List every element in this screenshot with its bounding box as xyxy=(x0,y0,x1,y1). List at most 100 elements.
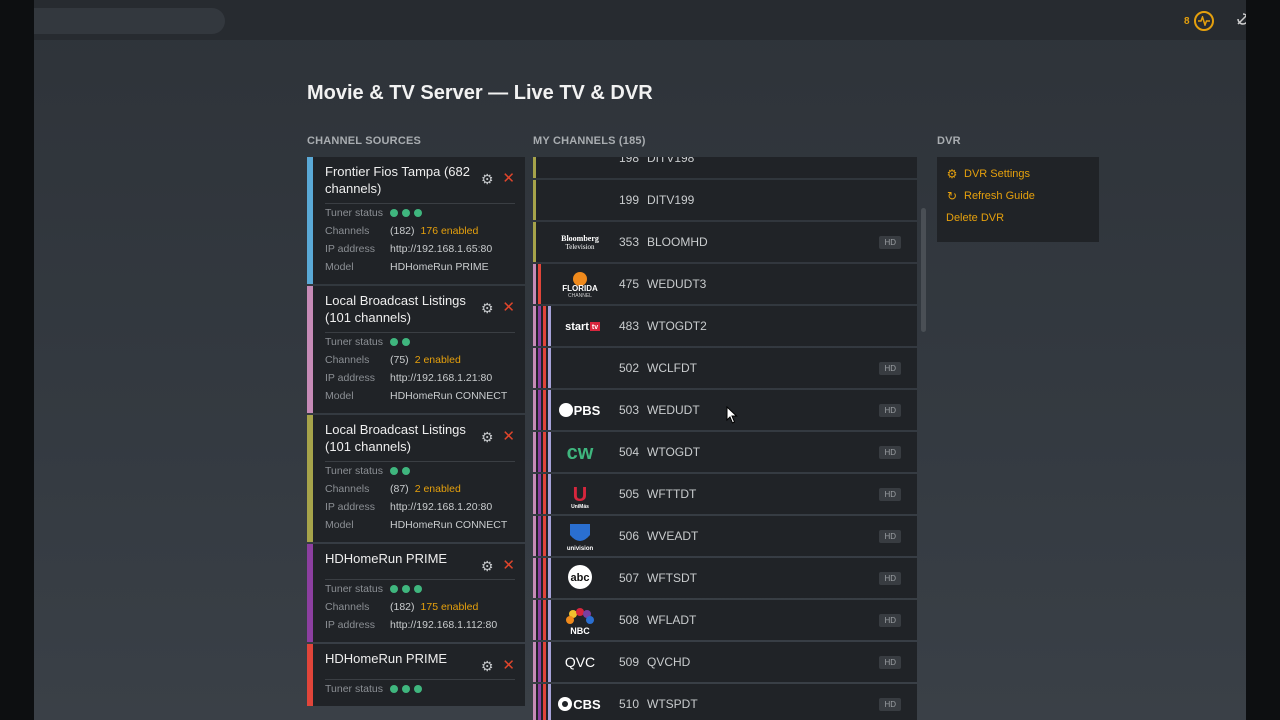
close-icon[interactable]: ✕ xyxy=(502,558,515,573)
channel-logo: PBS xyxy=(557,395,603,425)
channel-row[interactable]: FLORIDA CHANNEL 475 WEDUDT3 xyxy=(533,264,917,304)
source-bar xyxy=(538,264,541,304)
ip-row: IP address http://192.168.1.112:80 xyxy=(307,616,525,634)
enabled-count[interactable]: 175 enabled xyxy=(421,601,479,613)
source-bar xyxy=(538,474,541,514)
channel-row[interactable]: 502 WCLFDT HD xyxy=(533,348,917,388)
source-name: Local Broadcast Listings (101 channels) xyxy=(325,422,466,454)
enabled-count[interactable]: 2 enabled xyxy=(415,354,461,366)
source-bar xyxy=(533,474,536,514)
ip-row: IP address http://192.168.1.21:80 xyxy=(307,369,525,387)
channel-list-scrollbar[interactable] xyxy=(921,208,926,332)
hd-badge: HD xyxy=(879,655,901,669)
tuner-status-dot-icon xyxy=(390,585,398,593)
tuner-status-row: Tuner status xyxy=(307,580,525,598)
tuner-status-label: Tuner status xyxy=(325,683,383,695)
gear-icon[interactable]: ⚙ xyxy=(481,659,494,673)
dvr-menu-item[interactable]: Delete DVR xyxy=(946,205,1099,231)
channel-row[interactable]: NBC 508 WFLADT HD xyxy=(533,600,917,640)
channel-row[interactable]: CBS 510 WTSPDT HD xyxy=(533,684,917,720)
channel-row[interactable]: 198 DITV198 xyxy=(533,157,917,178)
channel-source-bars xyxy=(533,474,551,514)
source-header: Frontier Fios Tampa (682 channels) ⚙ ✕ xyxy=(307,157,525,197)
source-bar xyxy=(543,600,546,640)
gear-icon[interactable]: ⚙ xyxy=(481,301,494,315)
channel-row[interactable]: Bloomberg Television 353 BLOOMHD HD xyxy=(533,222,917,262)
settings-icon[interactable] xyxy=(1235,11,1246,27)
source-bar xyxy=(538,306,541,346)
channel-number: 483 xyxy=(618,319,639,333)
channel-row[interactable]: univision 506 WVEADT HD xyxy=(533,516,917,556)
channel-sources-heading: CHANNEL SOURCES xyxy=(307,135,422,147)
channel-callsign: DITV199 xyxy=(647,193,695,207)
source-bar xyxy=(533,684,536,720)
tuner-status-label: Tuner status xyxy=(325,207,383,219)
model-value: HDHomeRun CONNECT xyxy=(390,519,508,531)
channel-count: (75) xyxy=(390,354,409,366)
hd-badge: HD xyxy=(879,235,901,249)
source-bar xyxy=(548,348,551,388)
tuner-status-dots xyxy=(390,580,426,598)
channel-row[interactable]: PBS 503 WEDUDT HD xyxy=(533,390,917,430)
model-value: HDHomeRun CONNECT xyxy=(390,390,508,402)
channel-logo: NBC xyxy=(557,605,603,635)
close-icon[interactable]: ✕ xyxy=(502,171,515,186)
channel-number: 502 xyxy=(618,361,639,375)
tuner-status-dot-icon xyxy=(402,338,410,346)
tuner-status-dot-icon xyxy=(390,209,398,217)
channel-list[interactable]: 198 DITV198 199 DITV199 Bloomberg Television 3… xyxy=(533,157,917,720)
channel-row[interactable]: QVC 509 QVCHD HD xyxy=(533,642,917,682)
tuner-status-label: Tuner status xyxy=(325,583,383,595)
channel-row[interactable]: start tv 483 WTOGDT2 xyxy=(533,306,917,346)
channels-row: Channels (182) 176 enabled xyxy=(307,222,525,240)
channel-source-card: HDHomeRun PRIME ⚙ ✕ Tuner status Channels (18… xyxy=(307,544,525,642)
channel-row[interactable]: abc 507 WFTSDT HD xyxy=(533,558,917,598)
channel-row[interactable]: cw 504 WTOGDT HD xyxy=(533,432,917,472)
channel-row[interactable]: U UniMás 505 WFTTDT HD xyxy=(533,474,917,514)
activity-indicator[interactable]: 8 xyxy=(1184,10,1214,32)
gear-icon[interactable]: ⚙ xyxy=(481,559,494,573)
source-bar xyxy=(533,558,536,598)
svg-text:FLORIDA: FLORIDA xyxy=(562,284,598,293)
channel-source-card: HDHomeRun PRIME ⚙ ✕ Tuner status xyxy=(307,644,525,706)
source-bar xyxy=(548,390,551,430)
close-icon[interactable]: ✕ xyxy=(502,658,515,673)
channel-sources-list: Frontier Fios Tampa (682 channels) ⚙ ✕ Tune… xyxy=(307,157,525,720)
channel-row[interactable]: 199 DITV199 xyxy=(533,180,917,220)
source-bar xyxy=(538,516,541,556)
svg-text:UniMás: UniMás xyxy=(571,504,589,509)
channel-number: 199 xyxy=(618,193,639,207)
search-input[interactable] xyxy=(34,8,225,34)
gear-icon[interactable]: ⚙ xyxy=(481,172,494,186)
channel-count: (87) xyxy=(390,483,409,495)
source-name: HDHomeRun PRIME xyxy=(325,551,448,566)
source-actions: ⚙ ✕ xyxy=(481,429,515,444)
gear-icon: ⚙ xyxy=(946,167,958,181)
enabled-count[interactable]: 176 enabled xyxy=(421,225,479,237)
ip-value: http://192.168.1.20:80 xyxy=(390,501,493,513)
close-icon[interactable]: ✕ xyxy=(502,300,515,315)
close-icon[interactable]: ✕ xyxy=(502,429,515,444)
channels-label: Channels xyxy=(325,354,370,366)
channels-label: Channels xyxy=(325,601,370,613)
channel-number: 509 xyxy=(618,655,639,669)
tuner-status-dot-icon xyxy=(390,685,398,693)
source-bar xyxy=(543,684,546,720)
hd-badge: HD xyxy=(879,487,901,501)
mouse-cursor-icon xyxy=(726,406,738,424)
source-bar xyxy=(538,684,541,720)
source-name: Frontier Fios Tampa (682 channels) xyxy=(325,164,470,196)
enabled-count[interactable]: 2 enabled xyxy=(415,483,461,495)
tuner-status-dot-icon xyxy=(414,209,422,217)
source-bar xyxy=(548,684,551,720)
gear-icon[interactable]: ⚙ xyxy=(481,430,494,444)
channel-callsign: WEDUDT3 xyxy=(647,277,707,291)
hd-badge: HD xyxy=(879,529,901,543)
dvr-menu: ⚙ DVR Settings ↻ Refresh Guide Delete DVR xyxy=(937,157,1099,242)
channels-row: Channels (87) 2 enabled xyxy=(307,480,525,498)
svg-text:PBS: PBS xyxy=(574,403,601,418)
channel-logo: cw xyxy=(557,437,603,467)
source-bar xyxy=(548,558,551,598)
channel-source-card: Local Broadcast Listings (101 channels) ⚙… xyxy=(307,415,525,542)
svg-text:tv: tv xyxy=(592,324,598,331)
